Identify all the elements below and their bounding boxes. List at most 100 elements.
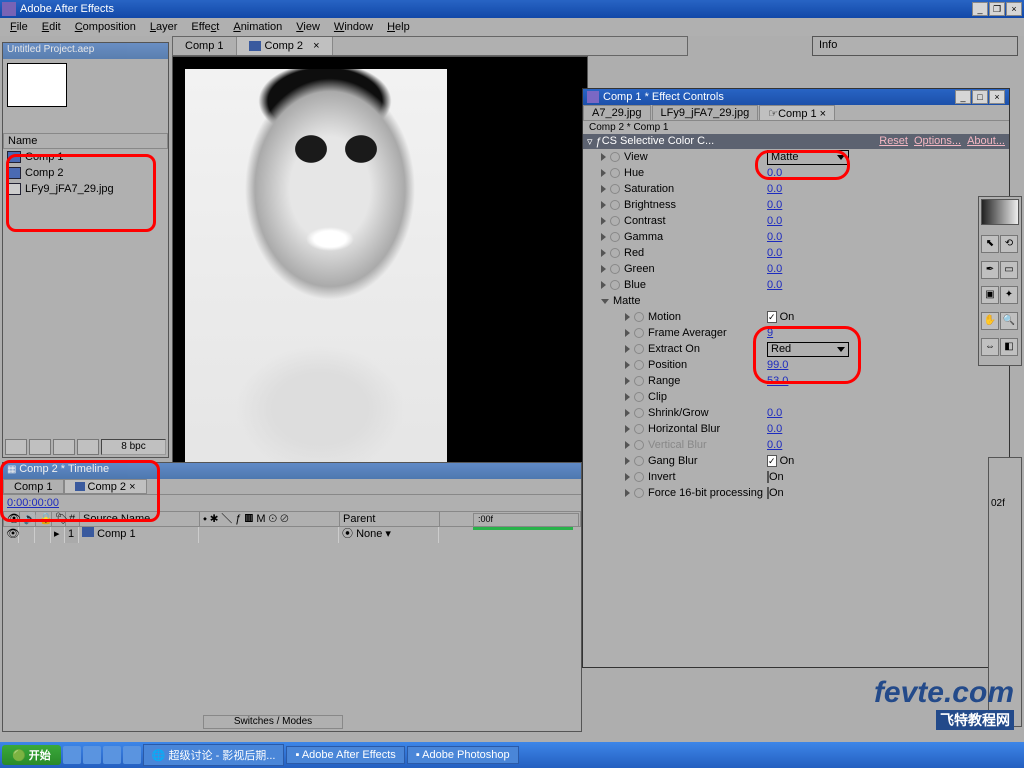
checkbox[interactable] [767,487,769,499]
stopwatch-icon[interactable] [634,424,644,434]
menu-animation[interactable]: Animation [227,20,288,34]
param-extract-on[interactable]: Extract OnRed [583,341,1009,357]
stopwatch-icon[interactable] [634,408,644,418]
info-tab[interactable]: Info [813,37,1017,53]
selection-tool[interactable]: ⬉ [981,235,999,253]
value[interactable]: 0.0 [767,167,782,179]
stopwatch-icon[interactable] [634,488,644,498]
param-contrast[interactable]: Contrast0.0 [583,213,1009,229]
vis-col-icon[interactable]: 👁 [4,512,20,526]
pan-tool[interactable]: ⇔ [981,338,999,356]
start-button[interactable]: 🟢 开始 [2,745,61,765]
param-force-16-bit-processing[interactable]: Force 16-bit processing On [583,485,1009,501]
timeline-ruler[interactable]: :00f [473,513,579,527]
menu-effect[interactable]: Effect [185,20,225,34]
eff-tab-2[interactable]: ☞Comp 1 × [759,105,835,120]
stopwatch-icon[interactable] [610,152,620,162]
checkbox[interactable]: ✓ [767,311,777,323]
audio-col-icon[interactable]: 🔊 [20,512,36,526]
eff-tab-0[interactable]: A7_29.jpg [583,105,651,120]
rotate-tool[interactable]: ⟲ [1000,235,1018,253]
menu-help[interactable]: Help [381,20,416,34]
param-blue[interactable]: Blue0.0 [583,277,1009,293]
stopwatch-icon[interactable] [610,232,620,242]
value[interactable]: 0.0 [767,423,782,435]
rect-tool[interactable]: ▭ [1000,261,1018,279]
tl-tab-2[interactable]: Comp 2 × [64,479,147,494]
checkbox[interactable]: ✓ [767,455,777,467]
pen-tool[interactable]: ✒ [981,261,999,279]
menu-edit[interactable]: Edit [36,20,67,34]
bpc-indicator[interactable]: 8 bpc [101,439,166,455]
lock-col-icon[interactable]: 🔒 [36,512,52,526]
about-link[interactable]: About... [967,135,1005,148]
value[interactable]: 0.0 [767,439,782,451]
ql-ie-icon[interactable] [63,746,81,764]
param-position[interactable]: Position99.0 [583,357,1009,373]
menu-composition[interactable]: Composition [69,20,142,34]
ql-desktop-icon[interactable] [83,746,101,764]
checkbox[interactable] [767,471,769,483]
timeline-title[interactable]: ▦ Comp 2 * Timeline [3,463,581,479]
param-vertical-blur[interactable]: Vertical Blur0.0 [583,437,1009,453]
folder-button[interactable] [29,439,51,455]
task-item-3[interactable]: ▪ Adobe Photoshop [407,746,519,764]
switches-col[interactable]: ⬩ ✱ ＼ ƒ ▦ M ⊙ ⊘ [200,512,340,526]
dropdown[interactable]: Red [767,342,849,357]
restore-button[interactable]: ❐ [989,2,1005,16]
stopwatch-icon[interactable] [634,472,644,482]
stopwatch-icon[interactable] [634,360,644,370]
stopwatch-icon[interactable] [634,440,644,450]
param-range[interactable]: Range53.0 [583,373,1009,389]
param-horizontal-blur[interactable]: Horizontal Blur0.0 [583,421,1009,437]
param-view[interactable]: ViewMatte [583,149,1009,165]
value[interactable]: 53.0 [767,375,788,387]
task-item-1[interactable]: 🌐 超级讨论 - 影视后期... [143,744,285,766]
menu-view[interactable]: View [290,20,326,34]
stopwatch-icon[interactable] [610,184,620,194]
param-red[interactable]: Red0.0 [583,245,1009,261]
value[interactable]: 0.0 [767,199,782,211]
menu-window[interactable]: Window [328,20,379,34]
stopwatch-icon[interactable] [610,200,620,210]
param-matte[interactable]: Matte [583,293,1009,309]
stopwatch-icon[interactable] [610,280,620,290]
param-frame-averager[interactable]: Frame Averager9 [583,325,1009,341]
ql-app2-icon[interactable] [123,746,141,764]
stopwatch-icon[interactable] [610,248,620,258]
effect-titlebar[interactable]: Comp 1 * Effect Controls _ □ × [583,89,1009,105]
stopwatch-icon[interactable] [610,216,620,226]
options-link[interactable]: Options... [914,135,961,148]
dropdown[interactable]: Matte [767,150,849,165]
project-item-comp2[interactable]: Comp 2 [3,165,168,181]
parent-col[interactable]: Parent [340,512,440,526]
param-hue[interactable]: Hue0.0 [583,165,1009,181]
value[interactable]: 0.0 [767,407,782,419]
find-button[interactable] [5,439,27,455]
trash-button[interactable] [77,439,99,455]
menu-file[interactable]: File [4,20,34,34]
value[interactable]: 9 [767,327,773,339]
value[interactable]: 0.0 [767,183,782,195]
menu-layer[interactable]: Layer [144,20,184,34]
param-brightness[interactable]: Brightness0.0 [583,197,1009,213]
stopwatch-icon[interactable] [610,168,620,178]
reset-link[interactable]: Reset [879,135,908,148]
source-col[interactable]: Source Name [80,512,200,526]
eff-max-button[interactable]: □ [972,90,988,104]
eff-close-button[interactable]: × [989,90,1005,104]
tab-close-icon[interactable]: × [313,40,319,52]
comp-viewer[interactable] [172,56,588,506]
stopwatch-icon[interactable] [634,344,644,354]
timeline-workarea[interactable] [473,527,573,530]
switches-modes-toggle[interactable]: Switches / Modes [203,715,343,729]
value[interactable]: 0.0 [767,263,782,275]
value[interactable]: 0.0 [767,247,782,259]
param-invert[interactable]: Invert On [583,469,1009,485]
project-col-name[interactable]: Name [3,133,168,149]
task-item-2[interactable]: ▪ Adobe After Effects [286,746,404,764]
param-gamma[interactable]: Gamma0.0 [583,229,1009,245]
hand-tool[interactable]: ✋ [981,312,999,330]
axis-tool[interactable]: ✦ [1000,286,1018,304]
misc-tool[interactable]: ◧ [1000,338,1018,356]
